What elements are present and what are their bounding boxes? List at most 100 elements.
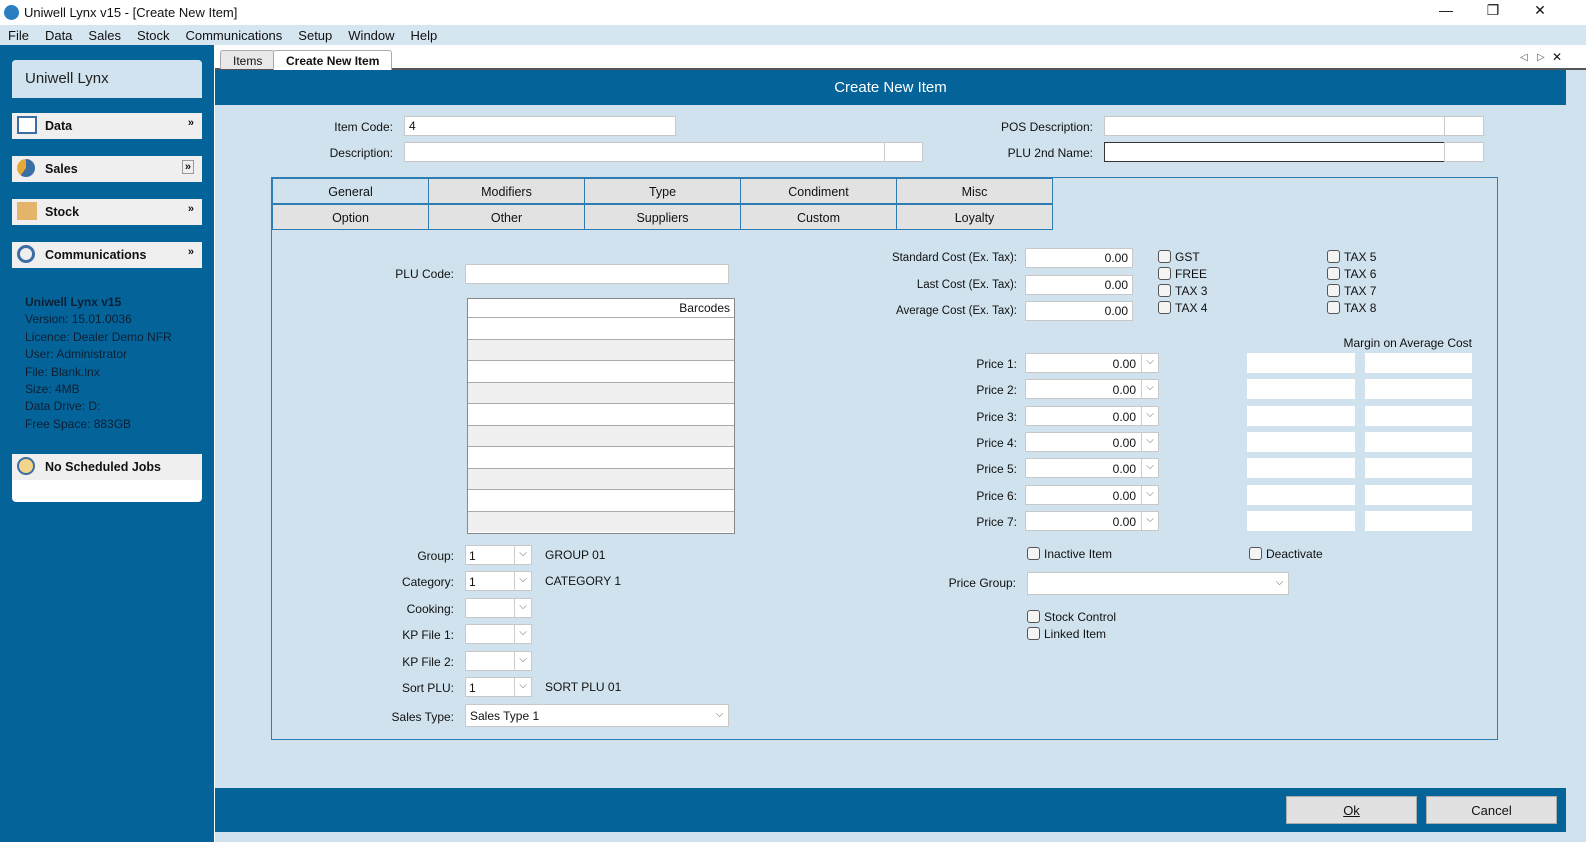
price-input[interactable]: 0.00 ⌵: [1025, 379, 1159, 400]
tab-form[interactable]: Modifiers: [428, 178, 585, 204]
group-value: 1: [469, 549, 476, 563]
price-input[interactable]: 0.00 ⌵: [1025, 353, 1159, 373]
tax-checkbox[interactable]: [1327, 250, 1340, 263]
tax-checkbox[interactable]: [1158, 250, 1171, 263]
barcode-row[interactable]: [468, 317, 734, 339]
barcode-row[interactable]: [468, 467, 734, 489]
tab-items[interactable]: Items: [220, 50, 276, 69]
cost-input[interactable]: 0.00: [1025, 248, 1133, 268]
cost-input[interactable]: 0.00: [1025, 274, 1133, 295]
tab-form[interactable]: Suppliers: [584, 204, 741, 230]
menu-communications[interactable]: Communications: [177, 25, 290, 43]
margin-percent-field: [1365, 484, 1472, 505]
tab-form[interactable]: Option: [272, 204, 429, 230]
sidebar-item-stock[interactable]: Stock »: [12, 199, 202, 225]
chevron-down-icon: ⌵: [514, 651, 531, 670]
kp1-label: KP File 1:: [402, 628, 454, 643]
menu-sales[interactable]: Sales: [80, 25, 129, 43]
cost-label: Last Cost (Ex. Tax):: [916, 278, 1017, 291]
margin-percent-field: [1365, 379, 1472, 400]
tax-checkbox[interactable]: [1158, 284, 1171, 297]
price-input[interactable]: 0.00 ⌵: [1025, 431, 1159, 452]
cancel-button[interactable]: Cancel: [1426, 796, 1557, 824]
barcodes-table[interactable]: Barcodes: [467, 298, 735, 534]
tab-form[interactable]: Other: [428, 204, 585, 230]
tab-create-new-item[interactable]: Create New Item: [273, 50, 393, 71]
panel-title: Uniwell Lynx: [12, 60, 202, 98]
tab-form[interactable]: Condiment: [740, 178, 897, 204]
description-input[interactable]: [404, 142, 885, 162]
price-input[interactable]: 0.00 ⌵: [1025, 458, 1159, 479]
deactivate-checkbox[interactable]: [1249, 547, 1262, 560]
barcode-row[interactable]: [468, 338, 734, 360]
price-label: Price 1:: [976, 357, 1017, 371]
pos-description-input[interactable]: [1104, 116, 1445, 136]
tax-checkbox[interactable]: [1158, 301, 1171, 314]
close-button[interactable]: ✕: [1520, 2, 1560, 22]
sidebar-item-communications[interactable]: Communications »: [12, 242, 202, 268]
menu-file[interactable]: File: [0, 25, 37, 43]
menu-setup[interactable]: Setup: [290, 25, 340, 43]
margin-label: Margin on Average Cost: [1343, 336, 1472, 350]
tax-checkbox[interactable]: [1327, 284, 1340, 297]
sidebar-item-data[interactable]: Data »: [12, 113, 202, 139]
item-code-input[interactable]: 4: [404, 116, 676, 136]
tab-form[interactable]: Type: [584, 178, 741, 204]
price-group-select[interactable]: ⌵: [1027, 572, 1289, 595]
menu-help[interactable]: Help: [403, 25, 446, 43]
info-licence: Licence: Dealer Demo NFR: [25, 329, 172, 344]
tax-checkbox[interactable]: [1158, 267, 1171, 280]
description-extra-input[interactable]: [884, 142, 923, 162]
inactive-item-checkbox[interactable]: [1027, 547, 1040, 560]
cooking-select[interactable]: ⌵: [465, 597, 532, 618]
maximize-button[interactable]: ❐: [1473, 2, 1513, 22]
tab-form[interactable]: Loyalty: [896, 204, 1053, 230]
ok-button[interactable]: Ok: [1286, 796, 1417, 824]
tax-checkbox[interactable]: [1327, 267, 1340, 280]
tab-form[interactable]: General: [272, 178, 429, 204]
plu-code-input[interactable]: [465, 264, 729, 284]
minimize-button[interactable]: —: [1426, 2, 1466, 22]
plu-2nd-name-input[interactable]: [1104, 142, 1445, 162]
tab-form[interactable]: Misc: [896, 178, 1053, 204]
sidebar-item-sales[interactable]: Sales »: [12, 156, 202, 182]
linked-item-checkbox[interactable]: [1027, 627, 1040, 640]
kp1-select[interactable]: ⌵: [465, 624, 532, 645]
tax-checkbox[interactable]: [1327, 301, 1340, 314]
barcode-row[interactable]: [468, 446, 734, 468]
item-tabs-panel: General Modifiers Type Condiment Misc Option O…: [271, 177, 1498, 740]
price-input[interactable]: 0.00 ⌵: [1025, 484, 1159, 505]
cost-label: Average Cost (Ex. Tax):: [895, 305, 1017, 317]
barcode-row[interactable]: [468, 381, 734, 403]
category-name: CATEGORY 1: [545, 574, 622, 589]
price-input[interactable]: 0.00 ⌵: [1025, 405, 1159, 426]
menu-stock[interactable]: Stock: [129, 25, 178, 43]
tab-form[interactable]: Custom: [740, 204, 897, 230]
chevron-down-icon: ⌵: [1141, 354, 1158, 372]
description-label: Description:: [329, 146, 393, 160]
plu-2nd-name-extra-input[interactable]: [1444, 142, 1484, 162]
sort_plu-select[interactable]: 1 ⌵: [465, 677, 532, 697]
chevron-down-icon: »: [181, 160, 194, 174]
divider: [12, 139, 202, 156]
barcode-row[interactable]: [468, 360, 734, 382]
tab-scroll-right-icon[interactable]: ▷: [1537, 52, 1545, 63]
price-input[interactable]: 0.00 ⌵: [1025, 510, 1159, 531]
tab-close-icon[interactable]: ✕: [1552, 50, 1562, 64]
barcode-row[interactable]: [468, 403, 734, 425]
barcode-row[interactable]: [468, 424, 734, 446]
pos-description-extra-input[interactable]: [1444, 116, 1484, 136]
kp2-select[interactable]: ⌵: [465, 650, 532, 671]
sales-type-select[interactable]: Sales Type 1 ⌵: [465, 704, 729, 727]
category-select[interactable]: 1 ⌵: [465, 571, 532, 592]
tab-scroll-left-icon[interactable]: ◁: [1520, 52, 1528, 63]
scheduled-jobs[interactable]: No Scheduled Jobs: [12, 454, 202, 480]
tax-label: TAX 6: [1344, 267, 1377, 281]
menu-window[interactable]: Window: [340, 25, 402, 43]
cost-input[interactable]: 0.00: [1025, 301, 1133, 321]
stock-control-checkbox[interactable]: [1027, 610, 1040, 623]
barcode-row[interactable]: [468, 489, 734, 511]
barcode-row[interactable]: [468, 510, 734, 532]
group-select[interactable]: 1 ⌵: [465, 545, 532, 565]
menu-data[interactable]: Data: [37, 25, 80, 43]
